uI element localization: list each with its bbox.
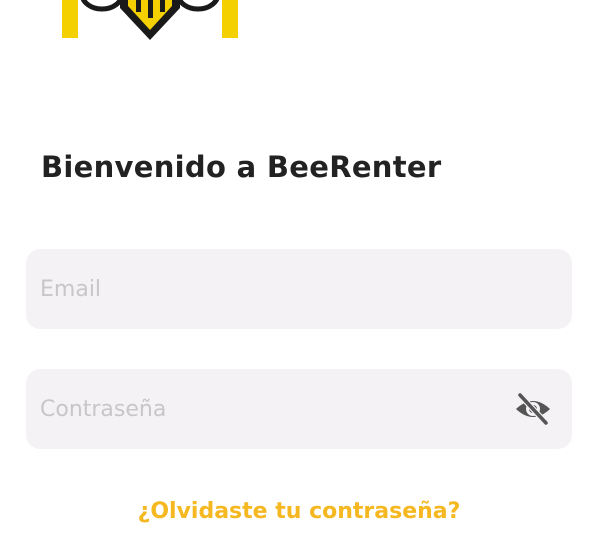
password-input[interactable] xyxy=(40,369,500,449)
email-field[interactable] xyxy=(26,249,572,329)
email-input[interactable] xyxy=(40,249,500,329)
eye-off-icon[interactable] xyxy=(514,391,552,427)
bee-logo-icon xyxy=(62,0,238,46)
page-title: Bienvenido a BeeRenter xyxy=(41,150,442,184)
forgot-password-link[interactable]: ¿Olvidaste tu contraseña? xyxy=(0,499,598,524)
password-field[interactable] xyxy=(26,369,572,449)
